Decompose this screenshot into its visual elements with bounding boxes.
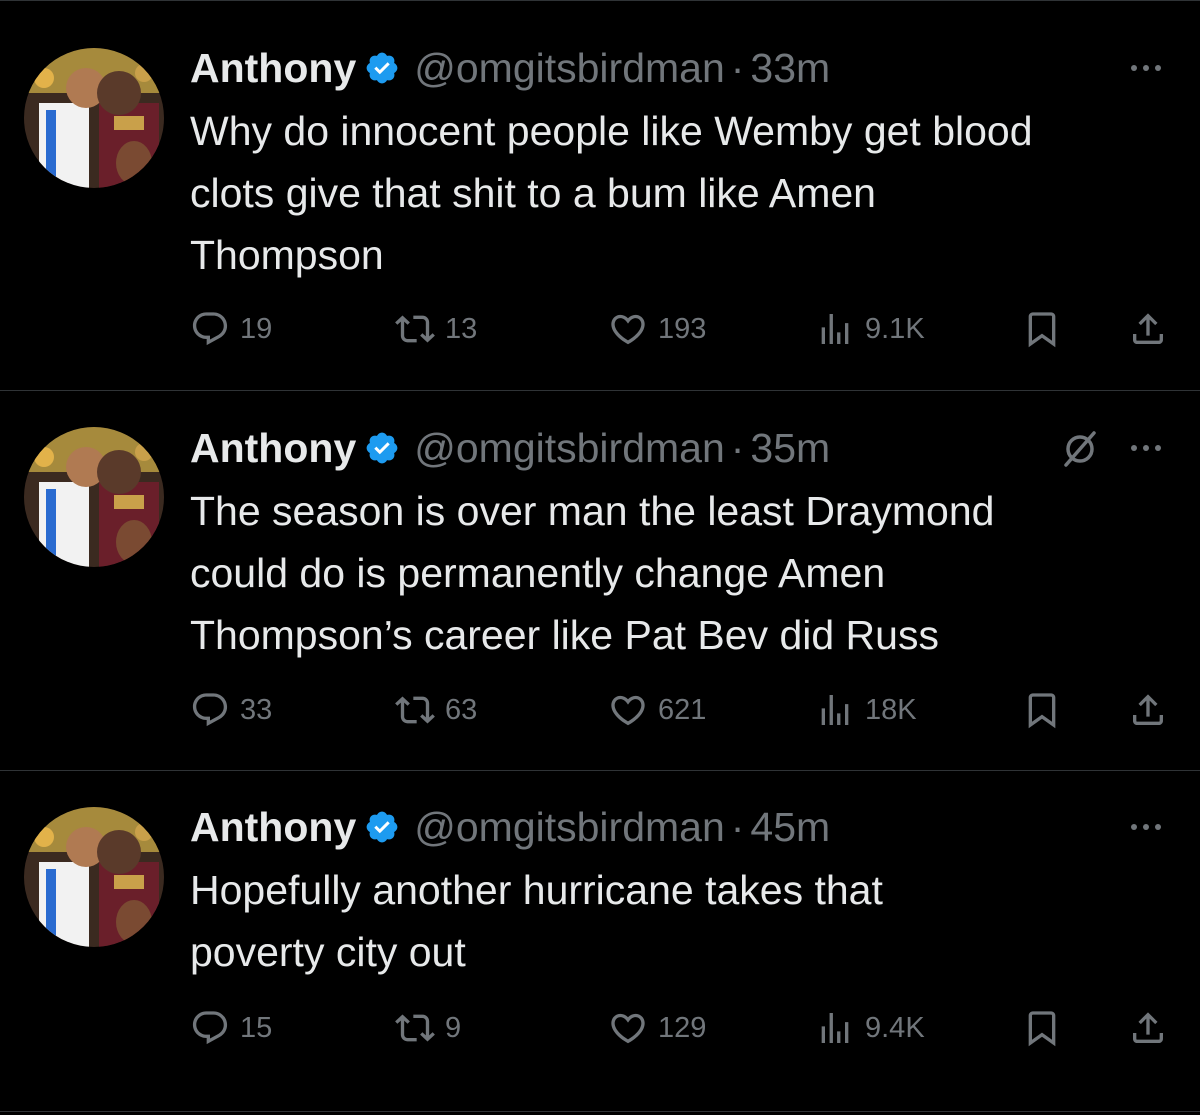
separator-dot: · [730, 803, 745, 850]
share-button[interactable] [1128, 1003, 1168, 1053]
views-icon [815, 309, 855, 349]
repost-count: 63 [445, 693, 478, 726]
views-icon [815, 1008, 855, 1048]
user-handle[interactable]: @omgitsbirdman [414, 45, 725, 92]
timestamp[interactable]: 45m [750, 804, 830, 851]
more-options-icon[interactable] [1126, 817, 1166, 837]
share-button[interactable] [1128, 304, 1168, 354]
bookmark-icon [1022, 690, 1062, 730]
like-count: 193 [658, 312, 707, 345]
views-button[interactable]: 9.1K [815, 304, 925, 354]
user-handle[interactable]: @omgitsbirdman [414, 425, 725, 472]
display-name[interactable]: Anthony [190, 425, 356, 472]
tweet-header: Anthony @omgitsbirdman · 35m [190, 420, 830, 476]
bookmark-button[interactable] [1022, 304, 1062, 354]
bookmark-icon [1022, 309, 1062, 349]
tweet-card[interactable]: Anthony @omgitsbirdman · 45m Hopefully a… [0, 771, 1200, 1112]
reply-button[interactable]: 19 [190, 304, 272, 354]
repost-icon [395, 690, 435, 730]
timestamp[interactable]: 35m [750, 425, 830, 472]
display-name[interactable]: Anthony [190, 45, 356, 92]
views-button[interactable]: 18K [815, 685, 917, 735]
reply-icon [190, 690, 230, 730]
tweet-text: The season is over man the least Draymon… [190, 488, 995, 658]
like-button[interactable]: 193 [608, 304, 706, 354]
tweet-header: Anthony @omgitsbirdman · 45m [190, 799, 830, 855]
avatar[interactable] [24, 48, 164, 188]
share-icon [1128, 690, 1168, 730]
view-count: 18K [865, 693, 917, 726]
like-count: 621 [658, 693, 707, 726]
heart-icon [608, 309, 648, 349]
bookmark-button[interactable] [1022, 1003, 1062, 1053]
reply-icon [190, 1008, 230, 1048]
bookmark-icon [1022, 1008, 1062, 1048]
share-icon [1128, 309, 1168, 349]
user-handle[interactable]: @omgitsbirdman [414, 804, 725, 851]
view-count: 9.4K [865, 1011, 925, 1044]
repost-count: 13 [445, 312, 478, 345]
more-options-icon[interactable] [1126, 438, 1166, 458]
share-icon [1128, 1008, 1168, 1048]
repost-button[interactable]: 63 [395, 685, 477, 735]
separator-dot: · [730, 424, 745, 471]
tweet-header: Anthony @omgitsbirdman · 33m [190, 40, 830, 96]
verified-badge-icon[interactable] [364, 430, 400, 466]
tweet-actions: 15 9 129 9.4K [190, 1003, 1170, 1053]
views-button[interactable]: 9.4K [815, 1003, 925, 1053]
share-button[interactable] [1128, 685, 1168, 735]
repost-icon [395, 1008, 435, 1048]
like-count: 129 [658, 1011, 707, 1044]
views-icon [815, 690, 855, 730]
like-button[interactable]: 621 [608, 685, 706, 735]
reply-button[interactable]: 15 [190, 1003, 272, 1053]
repost-icon [395, 309, 435, 349]
reply-count: 15 [240, 1011, 273, 1044]
tweet-text: Hopefully another hurricane takes that p… [190, 867, 883, 975]
reply-count: 33 [240, 693, 273, 726]
repost-count: 9 [445, 1011, 462, 1044]
grok-icon[interactable] [1060, 429, 1100, 469]
tweet-actions: 19 13 193 9.1K [190, 304, 1170, 354]
avatar[interactable] [24, 427, 164, 567]
heart-icon [608, 1008, 648, 1048]
top-divider [0, 0, 1200, 1]
tweet-card[interactable]: Anthony @omgitsbirdman · 33m Why do inno… [0, 12, 1200, 391]
reply-icon [190, 309, 230, 349]
repost-button[interactable]: 13 [395, 304, 477, 354]
heart-icon [608, 690, 648, 730]
tweet-actions: 33 63 621 18K [190, 685, 1170, 735]
more-options-icon[interactable] [1126, 58, 1166, 78]
reply-button[interactable]: 33 [190, 685, 272, 735]
separator-dot: · [730, 44, 745, 91]
timestamp[interactable]: 33m [750, 45, 830, 92]
verified-badge-icon[interactable] [364, 809, 400, 845]
like-button[interactable]: 129 [608, 1003, 706, 1053]
tweet-text: Why do innocent people like Wemby get bl… [190, 108, 1033, 278]
view-count: 9.1K [865, 312, 925, 345]
avatar[interactable] [24, 807, 164, 947]
bookmark-button[interactable] [1022, 685, 1062, 735]
tweet-card[interactable]: Anthony @omgitsbirdman · 35m The season … [0, 391, 1200, 771]
display-name[interactable]: Anthony [190, 804, 356, 851]
repost-button[interactable]: 9 [395, 1003, 461, 1053]
verified-badge-icon[interactable] [364, 50, 400, 86]
reply-count: 19 [240, 312, 273, 345]
